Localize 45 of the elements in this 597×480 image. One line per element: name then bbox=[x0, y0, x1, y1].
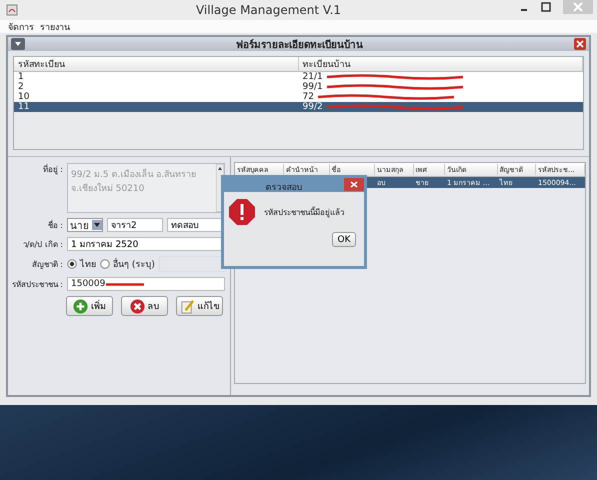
ok-button[interactable]: OK bbox=[332, 232, 356, 247]
column-header[interactable]: ทะเบียนบ้าน bbox=[298, 57, 583, 71]
radio-button[interactable]: ไทย bbox=[67, 257, 96, 271]
field-label: ที่อยู่ : bbox=[42, 163, 63, 176]
dialog-message: รหัสประชาชนนี้มีอยู่แล้ว bbox=[264, 206, 344, 218]
field-label: รหัสประชาชน : bbox=[10, 278, 63, 290]
citizen-id-field[interactable]: 150009 bbox=[67, 277, 225, 291]
menu-item[interactable]: รายงาน bbox=[40, 20, 70, 34]
column-header[interactable]: รหัสทะเบียน bbox=[14, 57, 298, 71]
delete-icon bbox=[130, 298, 144, 314]
delete-button[interactable]: ลบ bbox=[121, 296, 168, 316]
field-label: สัญชาติ : bbox=[30, 258, 63, 270]
table-cell: 72 bbox=[302, 92, 314, 102]
table-cell: 99/1 bbox=[302, 82, 323, 92]
table-cell: 21/1 bbox=[302, 72, 323, 82]
table-row[interactable]: 2 99/1 bbox=[14, 82, 583, 92]
prefix-dropdown[interactable]: นาย bbox=[67, 218, 103, 232]
frame-menu-icon[interactable] bbox=[11, 38, 25, 50]
maximize-icon[interactable] bbox=[541, 2, 551, 12]
add-button[interactable]: เพิ่ม bbox=[66, 296, 113, 316]
radio-button[interactable]: อื่นๆ (ระบุ) bbox=[100, 257, 155, 271]
table-cell: 99/2 bbox=[302, 102, 323, 112]
table-row[interactable]: 1 21/1 bbox=[14, 72, 583, 82]
caret-icon bbox=[92, 220, 102, 230]
redaction-mark bbox=[105, 282, 146, 286]
close-icon[interactable] bbox=[344, 178, 364, 191]
field-label: ชื่อ : bbox=[46, 219, 63, 232]
field-label: ว/ด/ป เกิด : bbox=[22, 238, 63, 250]
table-cell-text: 2 bbox=[17, 82, 25, 92]
error-icon bbox=[228, 198, 256, 226]
window-title: Village Management V.1 bbox=[194, 3, 342, 17]
table-cell-text: 10 bbox=[17, 92, 30, 102]
plus-icon bbox=[73, 298, 88, 314]
edit-icon bbox=[180, 298, 194, 314]
first-name-field[interactable]: จารา2 bbox=[107, 218, 163, 232]
app-icon bbox=[6, 4, 18, 16]
table-row[interactable]: 11 99/2 bbox=[14, 102, 583, 112]
edit-button[interactable]: แก้ไข bbox=[176, 296, 223, 316]
close-icon[interactable] bbox=[574, 38, 586, 50]
menu-item[interactable]: จัดการ bbox=[8, 20, 34, 34]
frame-title: ฟอร์มรายละเอียดทะเบียนบ้าน bbox=[235, 38, 364, 52]
table-cell-text: 1 bbox=[17, 72, 25, 82]
table-row[interactable]: 10 72 bbox=[14, 92, 583, 102]
last-name-field[interactable]: ทดสอบ bbox=[167, 218, 223, 232]
table-cell-text: 11 bbox=[17, 102, 30, 112]
